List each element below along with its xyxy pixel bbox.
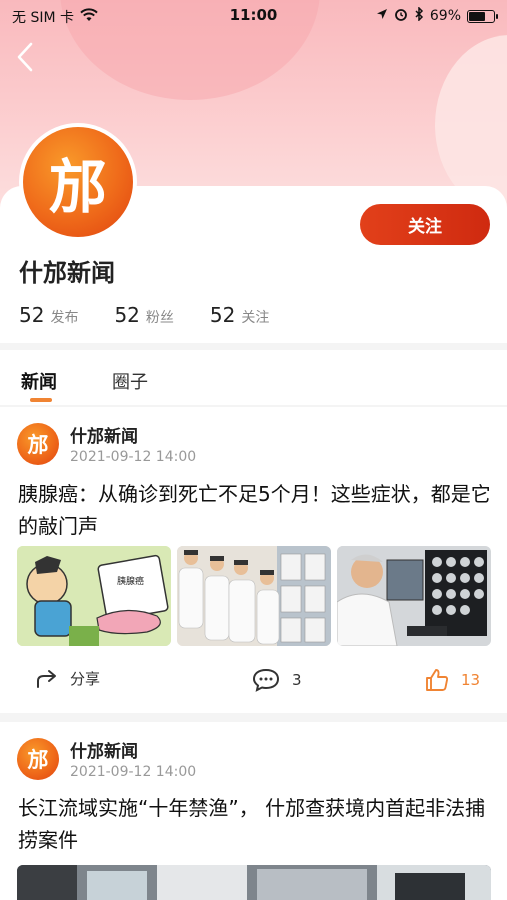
stat-following[interactable]: 52 关注 (210, 303, 269, 327)
post-date: 2021-09-12 14:00 (70, 449, 197, 465)
status-bar: 无 SIM 卡 11:00 69% (0, 0, 507, 30)
stat-fans[interactable]: 52 粉丝 (114, 303, 173, 327)
battery-icon (467, 9, 498, 23)
post-title[interactable]: 胰腺癌：从确诊到死亡不足5个月！这些症状，都是它的敲门声 (18, 478, 491, 542)
post-author-avatar[interactable]: 邡 (17, 738, 59, 780)
post-author-avatar[interactable]: 邡 (17, 423, 59, 465)
profile-name: 什邡新闻 (19, 259, 115, 287)
news-post[interactable]: 邡 什邡新闻 2021-09-12 14:00 胰腺癌：从确诊到死亡不足5个月！… (0, 407, 507, 713)
news-post[interactable]: 邡 什邡新闻 2021-09-12 14:00 长江流域实施“十年禁渔”， 什邡… (0, 722, 507, 900)
post-image-doctors[interactable] (177, 546, 331, 646)
comment-button[interactable]: 3 (252, 668, 302, 692)
alarm-icon (394, 7, 408, 25)
share-button[interactable]: 分享 (36, 668, 100, 689)
post-author[interactable]: 什邡新闻 (70, 737, 138, 762)
profile-stats: 52 发布 52 粉丝 52 关注 (19, 303, 269, 327)
profile-avatar: 邡 (19, 123, 137, 241)
tab-circle[interactable]: 圈子 (112, 368, 148, 394)
share-label: 分享 (70, 670, 101, 688)
post-image-banner[interactable] (17, 865, 491, 900)
tab-active-indicator (30, 398, 52, 402)
post-author[interactable]: 什邡新闻 (70, 422, 138, 447)
shifang-logo: 邡 (17, 738, 59, 780)
battery-percent: 69% (429, 8, 461, 24)
post-image-cartoon[interactable]: 胰腺癌 (17, 546, 171, 646)
like-button[interactable]: 13 (425, 668, 480, 692)
comment-count: 3 (292, 671, 302, 689)
back-button[interactable] (12, 40, 42, 74)
post-images[interactable]: 胰腺癌 (17, 546, 491, 646)
bluetooth-icon (414, 6, 424, 25)
follow-button[interactable]: 关注 (360, 204, 490, 245)
post-actions: 分享 3 13 (0, 660, 507, 700)
shifang-logo: 邡 (17, 423, 59, 465)
post-image-scan[interactable] (337, 546, 491, 646)
comment-icon (252, 668, 280, 692)
like-count: 13 (461, 671, 481, 689)
shifang-logo: 邡 (23, 127, 133, 237)
thumbs-up-icon (426, 669, 449, 691)
tab-news[interactable]: 新闻 (21, 368, 57, 394)
chevron-left-icon (17, 42, 33, 72)
stat-posts[interactable]: 52 发布 (19, 303, 78, 327)
location-icon (376, 8, 388, 24)
post-date: 2021-09-12 14:00 (70, 764, 197, 780)
tab-bar: 新闻 圈子 (0, 350, 507, 405)
post-image-caption: 胰腺癌 (117, 575, 144, 587)
post-title[interactable]: 长江流域实施“十年禁渔”， 什邡查获境内首起非法捕捞案件 (18, 792, 491, 856)
share-icon (37, 669, 56, 688)
